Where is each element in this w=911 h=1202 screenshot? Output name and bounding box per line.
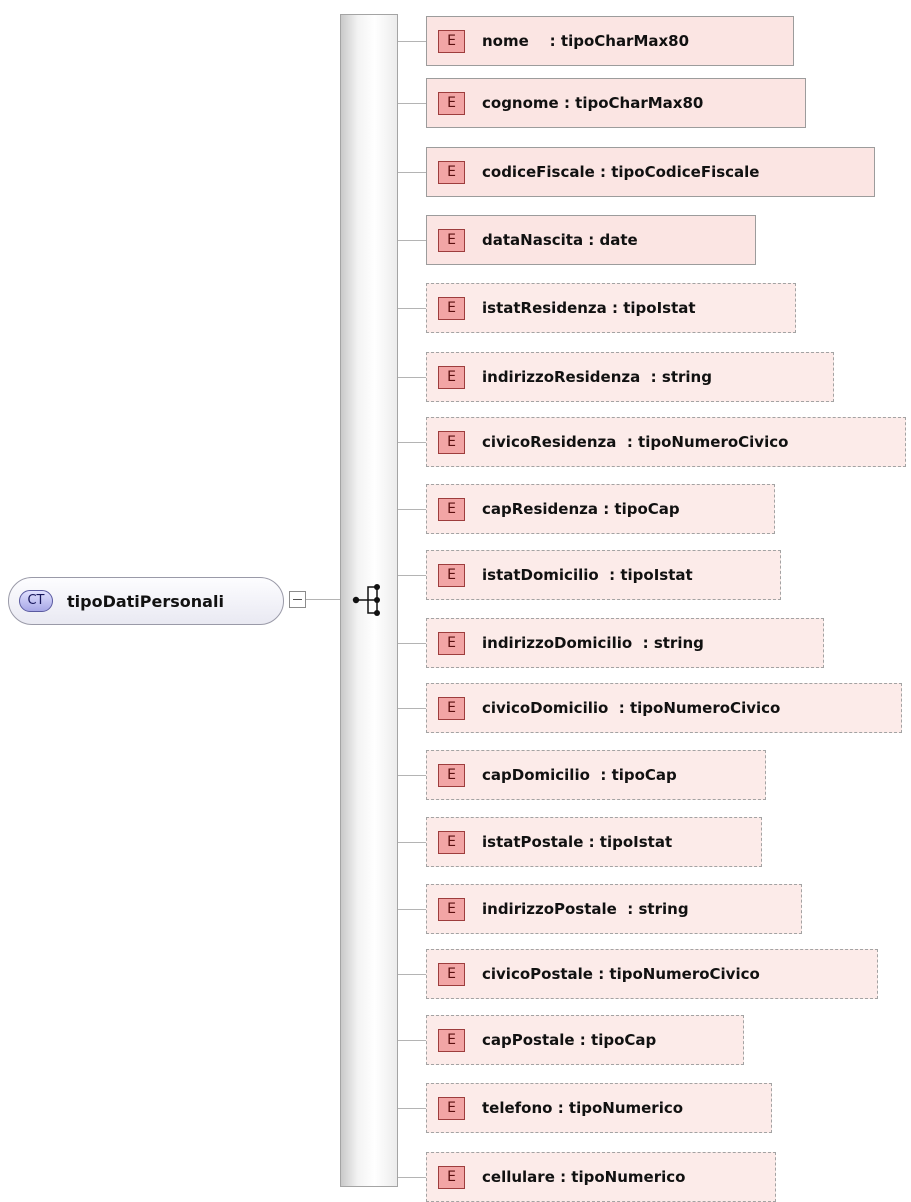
element-node[interactable]: EistatResidenza : tipoIstat — [426, 283, 796, 333]
element-label: dataNascita : date — [482, 231, 638, 249]
element-label: istatResidenza : tipoIstat — [482, 299, 696, 317]
element-connector-line — [398, 240, 426, 241]
element-connector-line — [398, 103, 426, 104]
element-node[interactable]: EcapPostale : tipoCap — [426, 1015, 744, 1065]
element-label: civicoDomicilio : tipoNumeroCivico — [482, 699, 781, 717]
complex-type-node[interactable]: CT tipoDatiPersonali — [8, 577, 284, 625]
element-node[interactable]: EindirizzoDomicilio : string — [426, 618, 824, 668]
element-connector-line — [398, 308, 426, 309]
element-badge: E — [438, 763, 465, 787]
element-connector-line — [398, 643, 426, 644]
element-connector-line — [398, 842, 426, 843]
element-node[interactable]: EcapDomicilio : tipoCap — [426, 750, 766, 800]
element-node[interactable]: EcivicoResidenza : tipoNumeroCivico — [426, 417, 906, 467]
element-label: istatPostale : tipoIstat — [482, 833, 673, 851]
element-connector-line — [398, 575, 426, 576]
element-badge: E — [438, 563, 465, 587]
element-connector-line — [398, 377, 426, 378]
element-connector-line — [398, 41, 426, 42]
element-badge: E — [438, 29, 465, 53]
element-node[interactable]: EcapResidenza : tipoCap — [426, 484, 775, 534]
element-label: capDomicilio : tipoCap — [482, 766, 677, 784]
complex-type-badge: CT — [19, 590, 53, 612]
element-badge: E — [438, 1165, 465, 1189]
element-connector-line — [398, 509, 426, 510]
element-connector-line — [398, 1108, 426, 1109]
element-label: capResidenza : tipoCap — [482, 500, 680, 518]
complex-type-name: tipoDatiPersonali — [67, 591, 224, 611]
element-connector-line — [398, 1040, 426, 1041]
collapse-box-icon[interactable] — [289, 591, 306, 608]
element-badge: E — [438, 497, 465, 521]
element-node[interactable]: Ecellulare : tipoNumerico — [426, 1152, 776, 1202]
element-node[interactable]: EistatDomicilio : tipoIstat — [426, 550, 781, 600]
element-node[interactable]: EindirizzoPostale : string — [426, 884, 802, 934]
connector-line — [306, 599, 340, 600]
element-label: cognome : tipoCharMax80 — [482, 94, 704, 112]
element-label: capPostale : tipoCap — [482, 1031, 657, 1049]
sequence-compositor-icon[interactable] — [350, 582, 390, 618]
element-badge: E — [438, 631, 465, 655]
element-badge: E — [438, 696, 465, 720]
element-label: indirizzoDomicilio : string — [482, 634, 704, 652]
element-node[interactable]: Ecognome : tipoCharMax80 — [426, 78, 806, 128]
element-node[interactable]: EistatPostale : tipoIstat — [426, 817, 762, 867]
element-connector-line — [398, 1177, 426, 1178]
element-badge: E — [438, 1096, 465, 1120]
element-badge: E — [438, 91, 465, 115]
element-label: codiceFiscale : tipoCodiceFiscale — [482, 163, 760, 181]
element-badge: E — [438, 430, 465, 454]
element-label: cellulare : tipoNumerico — [482, 1168, 686, 1186]
element-badge: E — [438, 228, 465, 252]
element-node[interactable]: EdataNascita : date — [426, 215, 756, 265]
element-node[interactable]: EcivicoPostale : tipoNumeroCivico — [426, 949, 878, 999]
element-label: indirizzoResidenza : string — [482, 368, 712, 386]
element-badge: E — [438, 365, 465, 389]
element-node[interactable]: Enome : tipoCharMax80 — [426, 16, 794, 66]
element-node[interactable]: EcivicoDomicilio : tipoNumeroCivico — [426, 683, 902, 733]
element-badge: E — [438, 296, 465, 320]
element-node[interactable]: EcodiceFiscale : tipoCodiceFiscale — [426, 147, 875, 197]
element-badge: E — [438, 830, 465, 854]
element-label: telefono : tipoNumerico — [482, 1099, 684, 1117]
element-connector-line — [398, 974, 426, 975]
element-node[interactable]: Etelefono : tipoNumerico — [426, 1083, 772, 1133]
element-node[interactable]: EindirizzoResidenza : string — [426, 352, 834, 402]
element-label: civicoResidenza : tipoNumeroCivico — [482, 433, 789, 451]
schema-diagram: CT tipoDatiPersonali Enome : tipoCharMax… — [0, 0, 911, 1202]
element-label: nome : tipoCharMax80 — [482, 32, 690, 50]
element-label: civicoPostale : tipoNumeroCivico — [482, 965, 760, 983]
element-badge: E — [438, 160, 465, 184]
element-label: istatDomicilio : tipoIstat — [482, 566, 693, 584]
element-connector-line — [398, 442, 426, 443]
element-connector-line — [398, 909, 426, 910]
element-badge: E — [438, 1028, 465, 1052]
element-connector-line — [398, 775, 426, 776]
element-label: indirizzoPostale : string — [482, 900, 689, 918]
element-badge: E — [438, 897, 465, 921]
element-connector-line — [398, 708, 426, 709]
element-connector-line — [398, 172, 426, 173]
element-badge: E — [438, 962, 465, 986]
